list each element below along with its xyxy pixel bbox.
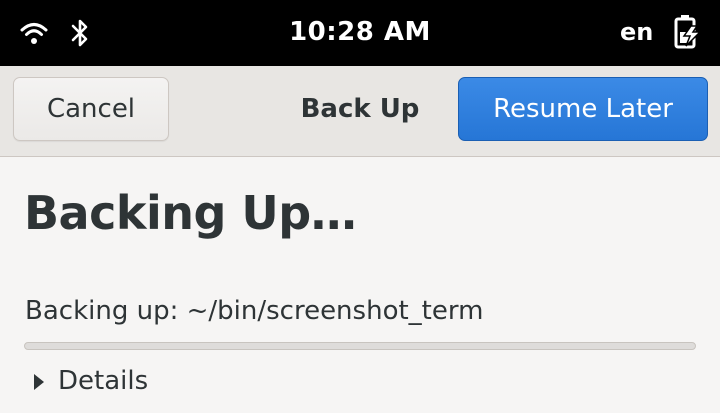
battery-charging-icon[interactable] bbox=[672, 14, 704, 50]
header-bar: Cancel Back Up Resume Later bbox=[0, 66, 720, 157]
cancel-button[interactable]: Cancel bbox=[13, 77, 169, 141]
backup-progress-bar bbox=[24, 342, 696, 350]
keyboard-language-indicator[interactable]: en bbox=[620, 18, 653, 46]
resume-later-button[interactable]: Resume Later bbox=[458, 77, 708, 141]
page-heading: Backing Up… bbox=[24, 186, 357, 240]
backup-status-text: Backing up: ~/bin/screenshot_term bbox=[25, 296, 484, 326]
top-status-bar: 10:28 AM en bbox=[0, 0, 720, 66]
dialog-title: Back Up bbox=[300, 94, 420, 124]
details-label: Details bbox=[58, 366, 149, 396]
clock[interactable]: 10:28 AM bbox=[0, 17, 720, 47]
details-expander[interactable]: Details bbox=[34, 366, 148, 396]
disclosure-triangle-icon bbox=[34, 374, 44, 390]
